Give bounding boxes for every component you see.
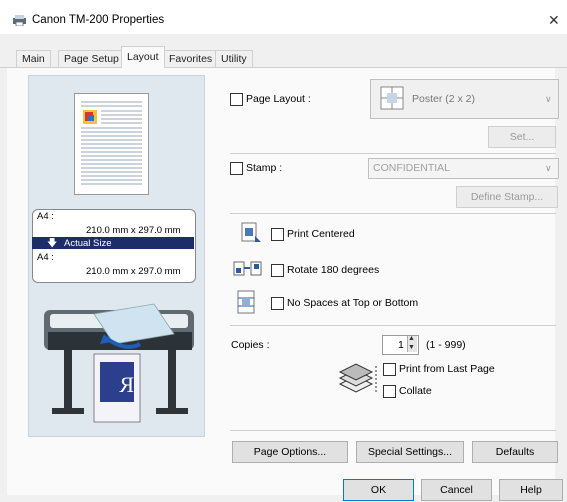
page-layout-value: Poster (2 x 2) — [412, 93, 476, 105]
stacked-pages-icon — [338, 363, 377, 394]
tab-layout[interactable]: Layout — [121, 46, 165, 68]
collate-checkbox[interactable] — [383, 385, 396, 398]
special-settings-button[interactable]: Special Settings... — [356, 441, 464, 463]
no-spaces-checkbox[interactable] — [271, 297, 284, 310]
print-centered-icon — [241, 222, 261, 242]
rotate-180-icon — [233, 261, 262, 276]
copies-range: (1 - 999) — [426, 339, 466, 351]
source-size-dims: 210.0 mm x 297.0 mm — [86, 225, 181, 236]
rotate-180-checkbox[interactable] — [271, 264, 284, 277]
output-size-label: A4 : — [37, 252, 54, 263]
page-layout-checkbox[interactable] — [230, 93, 243, 106]
no-spaces-icon — [237, 290, 255, 314]
printer-illustration: R — [44, 303, 194, 423]
stamp-label: Stamp : — [246, 162, 283, 174]
window-title: Canon TM-200 Properties — [32, 14, 165, 26]
print-from-last-label: Print from Last Page — [399, 363, 495, 375]
print-from-last-checkbox[interactable] — [383, 363, 396, 376]
page-lines-graphic — [81, 101, 142, 185]
copies-value: 1 — [398, 339, 404, 351]
separator — [230, 153, 556, 154]
tab-page-setup[interactable]: Page Setup — [58, 50, 125, 67]
help-button[interactable]: Help — [499, 479, 563, 501]
chevron-down-icon: ∨ — [545, 163, 552, 173]
separator — [230, 213, 556, 214]
print-centered-checkbox[interactable] — [271, 228, 284, 241]
page-layout-label: Page Layout : — [246, 93, 311, 105]
poster-layout-icon — [380, 86, 404, 110]
stamp-value: CONFIDENTIAL — [373, 162, 451, 174]
collate-label: Collate — [399, 385, 432, 397]
cancel-button[interactable]: Cancel — [421, 479, 492, 501]
set-button[interactable]: Set... — [488, 126, 556, 148]
arrow-down-icon: 🡇 — [47, 238, 58, 249]
page-options-button[interactable]: Page Options... — [232, 441, 348, 463]
defaults-button[interactable]: Defaults — [472, 441, 558, 463]
separator — [230, 430, 556, 431]
page-preview — [74, 93, 149, 195]
stamp-checkbox[interactable] — [230, 162, 243, 175]
separator — [230, 325, 556, 326]
scaling-mode-label: Actual Size — [64, 238, 112, 249]
close-icon[interactable]: ✕ — [548, 12, 560, 29]
ok-button[interactable]: OK — [343, 479, 414, 501]
output-size-dims: 210.0 mm x 297.0 mm — [86, 266, 181, 277]
chevron-down-icon: ∨ — [545, 94, 552, 104]
tab-favorites[interactable]: Favorites — [163, 50, 219, 67]
print-centered-label: Print Centered — [287, 228, 355, 240]
spin-up-icon[interactable]: ▲ — [408, 335, 415, 342]
tab-utility[interactable]: Utility — [215, 50, 253, 67]
source-size-label: A4 : — [37, 211, 54, 222]
svg-text:R: R — [119, 372, 134, 397]
no-spaces-label: No Spaces at Top or Bottom — [287, 297, 419, 309]
rotate-180-label: Rotate 180 degrees — [287, 264, 380, 276]
printer-icon — [13, 15, 26, 26]
copies-label: Copies : — [231, 339, 270, 351]
spin-down-icon[interactable]: ▼ — [408, 344, 415, 351]
define-stamp-button[interactable]: Define Stamp... — [456, 186, 558, 208]
tab-main[interactable]: Main — [16, 50, 51, 67]
